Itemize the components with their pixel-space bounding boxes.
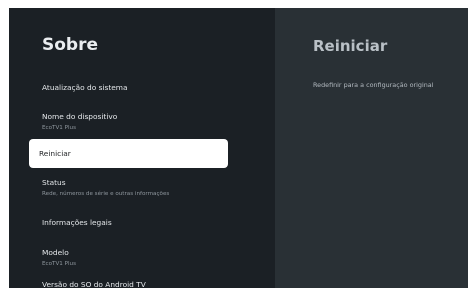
menu-item-value: EcoTV1 Plus	[42, 125, 76, 131]
detail-panel-title: Reiniciar	[313, 37, 388, 55]
restart-detail-panel: Reiniciar Redefinir para a configuração …	[275, 8, 468, 288]
menu-item-value: EcoTV1 Plus	[42, 261, 76, 267]
menu-item-system-update[interactable]: Atualização do sistema	[9, 83, 275, 97]
factory-reset-option[interactable]: Redefinir para a configuração original	[313, 81, 434, 89]
menu-item-model[interactable]: Modelo EcoTV1 Plus	[9, 248, 275, 272]
menu-item-status[interactable]: Status Rede, números de série e outras i…	[9, 178, 275, 202]
tv-settings-screen: Sobre Atualização do sistema Nome do dis…	[0, 0, 468, 288]
menu-item-label: Atualização do sistema	[42, 83, 128, 92]
menu-item-label: Modelo	[42, 248, 69, 257]
menu-item-description: Rede, números de série e outras informaç…	[42, 191, 170, 197]
menu-item-restart[interactable]: Reiniciar	[29, 139, 228, 168]
menu-item-legal-information[interactable]: Informações legais	[9, 218, 275, 232]
menu-item-android-tv-os-version[interactable]: Versão do SO do Android TV	[9, 280, 275, 288]
menu-item-label: Informações legais	[42, 218, 112, 227]
page-title: Sobre	[42, 35, 99, 55]
menu-item-label: Reiniciar	[39, 149, 71, 158]
menu-item-label: Status	[42, 178, 66, 187]
menu-item-label: Nome do dispositivo	[42, 112, 118, 121]
menu-item-device-name[interactable]: Nome do dispositivo EcoTV1 Plus	[9, 112, 275, 136]
menu-item-label: Versão do SO do Android TV	[42, 280, 146, 288]
about-menu-panel: Sobre Atualização do sistema Nome do dis…	[9, 8, 275, 288]
